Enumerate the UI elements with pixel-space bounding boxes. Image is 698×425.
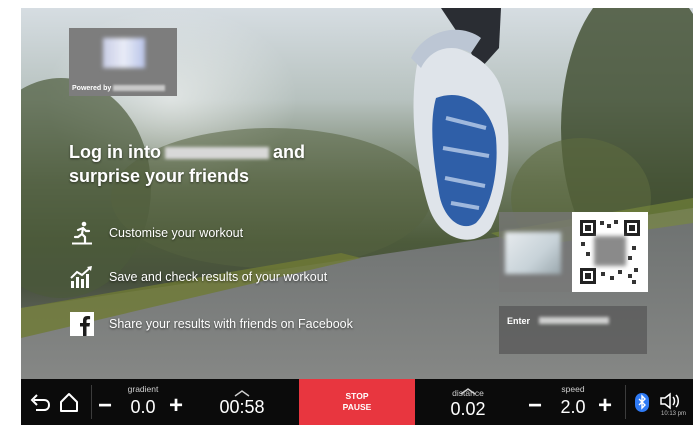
speed-increase-button[interactable]: + [594, 394, 616, 418]
gradient-decrease-button[interactable]: − [95, 394, 115, 418]
divider [625, 385, 626, 419]
speed-label: speed [561, 384, 585, 394]
redacted-brand [164, 147, 269, 160]
enter-code-box[interactable]: Enter [499, 306, 647, 354]
bluetooth-icon[interactable] [635, 393, 649, 412]
running-person-icon [69, 220, 95, 246]
feature-share-facebook: Share your results with friends on Faceb… [69, 311, 353, 337]
page-title: Log in into and surprise your friends [69, 142, 305, 186]
redacted-brand [113, 85, 166, 92]
facebook-icon [69, 311, 95, 337]
brand-logo-card: Powered by [69, 28, 177, 96]
back-icon[interactable] [29, 392, 51, 414]
time-chevron-icon [234, 384, 250, 397]
growth-chart-icon [69, 264, 95, 290]
distance-value: 0.02 [450, 399, 486, 419]
screen: Powered by Log in into and surprise your … [21, 8, 693, 425]
qr-code [572, 212, 648, 292]
qr-code-blur [594, 236, 626, 266]
redacted-text [539, 317, 609, 324]
speed-value: 2.0 [560, 397, 586, 417]
feature-label: Share your results with friends on Faceb… [109, 317, 353, 331]
feature-customise: Customise your workout [69, 220, 243, 246]
feature-label: Save and check results of your workout [109, 270, 328, 284]
enter-label: Enter [507, 316, 531, 326]
feature-label: Customise your workout [109, 226, 244, 240]
powered-by-text: Powered by [72, 85, 166, 92]
stop-pause-button[interactable]: STOP PAUSE [299, 379, 415, 425]
gradient-label: gradient [127, 384, 159, 394]
distance-label: distance [452, 388, 484, 398]
speed-decrease-button[interactable]: − [524, 394, 546, 418]
gradient-value: 0.0 [130, 397, 156, 417]
brand-logo-image [103, 38, 145, 68]
feature-save-results: Save and check results of your workout [69, 264, 327, 290]
gradient-increase-button[interactable]: + [165, 394, 187, 418]
app-logo-image [505, 232, 561, 274]
volume-icon[interactable] [659, 392, 681, 410]
time-value: 00:58 [219, 397, 265, 417]
bottom-control-bar: − gradient 0.0 + 00:58 STOP PAUSE distan… [21, 379, 693, 425]
home-icon[interactable] [58, 391, 80, 413]
clock-time: 10:13 pm [661, 411, 687, 417]
divider [91, 385, 92, 419]
